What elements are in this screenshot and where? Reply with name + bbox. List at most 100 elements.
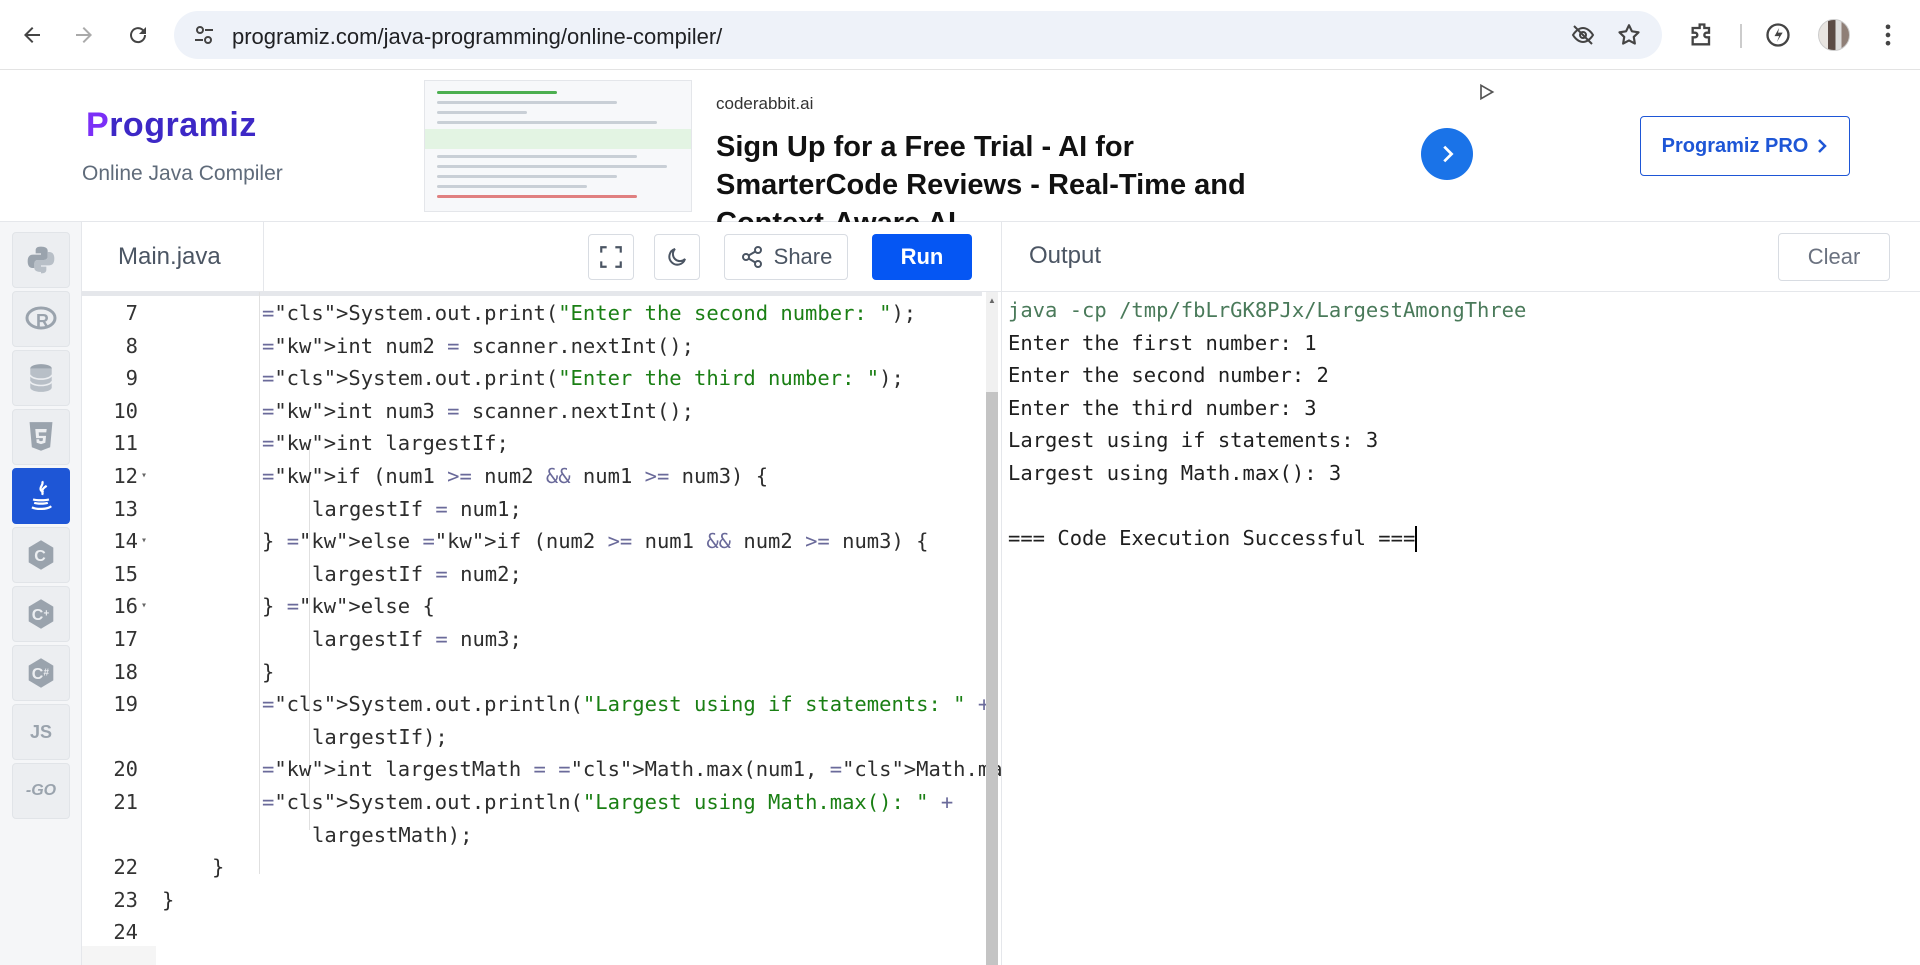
output-console[interactable]: java -cp /tmp/fbLrGK8PJx/LargestAmongThr… — [1001, 292, 1920, 965]
address-bar[interactable]: programiz.com/java-programming/online-co… — [174, 11, 1662, 59]
fold-caret-icon[interactable]: ▾ — [141, 525, 147, 557]
bookmark-star-icon[interactable] — [1616, 22, 1642, 48]
code-line[interactable]: largestMath); — [82, 819, 982, 851]
java-icon — [31, 480, 53, 511]
chevron-right-icon — [1443, 145, 1454, 163]
profile-avatar[interactable] — [1818, 19, 1850, 51]
line-number: 15 — [113, 561, 138, 586]
code-line[interactable]: 16 ▾} ="kw">else { — [82, 590, 982, 622]
arrow-right-icon — [76, 27, 92, 43]
back-button[interactable] — [12, 15, 52, 55]
line-number: 21 — [113, 790, 138, 814]
code-line[interactable]: 9 ="cls">System.out.print("Enter the thir… — [82, 362, 982, 394]
scroll-up-arrow[interactable]: ▲ — [988, 296, 996, 305]
lang-r-button[interactable]: R — [12, 291, 70, 347]
svg-text:C: C — [32, 666, 44, 683]
lang-python-button[interactable] — [12, 232, 70, 288]
eye-off-icon[interactable] — [1570, 23, 1596, 47]
vertical-scrollbar-thumb[interactable] — [986, 392, 998, 965]
code-line[interactable]: 12 ▾ ="kw">if (num1 >= num2 && num1 >= num… — [82, 460, 982, 492]
code-text: ="cls">System.out.println("Largest using… — [262, 692, 991, 717]
code-text: largestIf = num2; — [312, 561, 522, 586]
output-toolbar: Output Clear — [1001, 222, 1920, 292]
code-line[interactable]: 14 ▾} ="kw">else ="kw">if (num2 >= num1 &… — [82, 525, 982, 557]
line-number: 12 — [113, 464, 138, 488]
share-button[interactable]: Share — [724, 234, 848, 280]
code-line[interactable]: 21 ="cls">System.out.println("Largest usi… — [82, 786, 982, 818]
lang-java-button[interactable] — [12, 468, 70, 524]
reload-button[interactable] — [118, 15, 158, 55]
programiz-pro-button[interactable]: Programiz PRO — [1640, 116, 1850, 176]
line-number: 20 — [113, 757, 138, 782]
code-text: } — [262, 659, 275, 684]
ad-thumbnail[interactable] — [424, 80, 692, 212]
code-line[interactable]: 11 ="kw">int largestIf; — [82, 427, 982, 459]
fold-caret-icon[interactable]: ▾ — [141, 460, 147, 492]
file-tab-main[interactable]: Main.java — [82, 222, 264, 292]
code-line[interactable]: 24 — [82, 916, 982, 948]
line-number: 22 — [113, 855, 138, 880]
editor-toolbar: Main.java Share Run — [82, 222, 1001, 292]
line-number: 8 — [125, 333, 138, 358]
menu-kebab-icon[interactable] — [1874, 21, 1902, 49]
output-line: Enter the second number: 2 — [1008, 359, 1329, 391]
fullscreen-icon — [600, 246, 622, 268]
lang-go-button[interactable]: -GO — [12, 763, 70, 819]
code-line[interactable]: 18} — [82, 656, 982, 688]
code-text: ="kw">int largestIf; — [262, 431, 509, 456]
line-number: 23 — [113, 887, 138, 912]
code-line[interactable]: 13 largestIf = num1; — [82, 493, 982, 525]
ad-open-button[interactable] — [1421, 128, 1473, 180]
lang-cpp-button[interactable]: C + — [12, 586, 70, 642]
code-line[interactable]: 15 largestIf = num2; — [82, 558, 982, 590]
output-text: Largest using if statements: 3 — [1008, 428, 1379, 453]
code-line[interactable]: 22} — [82, 851, 982, 883]
svg-text:C: C — [32, 607, 44, 624]
chevron-right-icon — [1818, 139, 1828, 153]
clear-button[interactable]: Clear — [1778, 233, 1890, 281]
code-line[interactable]: 7 ="cls">System.out.print("Enter the seco… — [82, 297, 982, 329]
output-title: Output — [1029, 242, 1102, 269]
site-info-icon[interactable] — [192, 23, 216, 47]
lang-html-button[interactable] — [12, 409, 70, 465]
fullscreen-button[interactable] — [588, 234, 634, 280]
output-text: java -cp /tmp/fbLrGK8PJx/LargestAmongThr… — [1008, 298, 1527, 322]
theme-toggle-button[interactable] — [654, 234, 700, 280]
forward-button[interactable] — [64, 15, 104, 55]
output-text: Enter the second number: 2 — [1008, 363, 1329, 388]
code-text: } ="kw">else ="kw">if (num2 >= num1 && n… — [262, 529, 929, 554]
code-text: ="kw">if (num1 >= num2 && num1 >= num3) … — [262, 464, 769, 488]
code-editor[interactable]: 7 ="cls">System.out.print("Enter the seco… — [82, 292, 1001, 965]
fold-caret-icon[interactable]: ▾ — [141, 590, 147, 622]
output-line: Largest using if statements: 3 — [1008, 424, 1378, 456]
share-icon — [741, 246, 762, 268]
lang-csharp-button[interactable]: C # — [12, 645, 70, 701]
code-text: largestIf = num1; — [312, 496, 522, 521]
code-line[interactable]: 10 ="kw">int num3 = scanner.nextInt(); — [82, 395, 982, 427]
output-line: === Code Execution Successful === — [1008, 522, 1418, 554]
lang-c-button[interactable]: C — [12, 527, 70, 583]
code-line[interactable]: 17 largestIf = num3; — [82, 623, 982, 655]
extensions-icon[interactable] — [1688, 21, 1716, 49]
line-number: 13 — [113, 496, 138, 521]
code-line[interactable]: 20 ="kw">int largestMath = ="cls">Math.ma… — [82, 753, 1001, 785]
ad-choices-icon[interactable] — [1476, 82, 1496, 102]
ad-domain[interactable]: coderabbit.ai — [716, 94, 813, 114]
svg-text:+: + — [43, 608, 49, 619]
share-label: Share — [773, 244, 833, 269]
run-button[interactable]: Run — [872, 234, 972, 280]
code-line[interactable]: 23} — [82, 884, 982, 916]
code-line[interactable]: 19 ="cls">System.out.println("Largest usi… — [82, 688, 990, 720]
lang-js-button[interactable]: JS — [12, 704, 70, 760]
cpp-icon: C + — [28, 599, 54, 629]
code-line[interactable]: largestIf); — [82, 721, 982, 753]
code-line[interactable]: 8 ="kw">int num2 = scanner.nextInt(); — [82, 330, 982, 362]
output-text: Enter the first number: 1 — [1008, 330, 1317, 355]
pro-button-label: Programiz PRO — [1661, 134, 1809, 157]
arrow-left-icon — [24, 27, 40, 43]
url-text[interactable]: programiz.com/java-programming/online-co… — [232, 24, 722, 50]
performance-icon[interactable] — [1764, 21, 1792, 49]
horizontal-scrollbar[interactable] — [82, 946, 156, 965]
lang-sql-button[interactable] — [12, 350, 70, 406]
programiz-logo[interactable]: Programiz — [86, 106, 257, 145]
